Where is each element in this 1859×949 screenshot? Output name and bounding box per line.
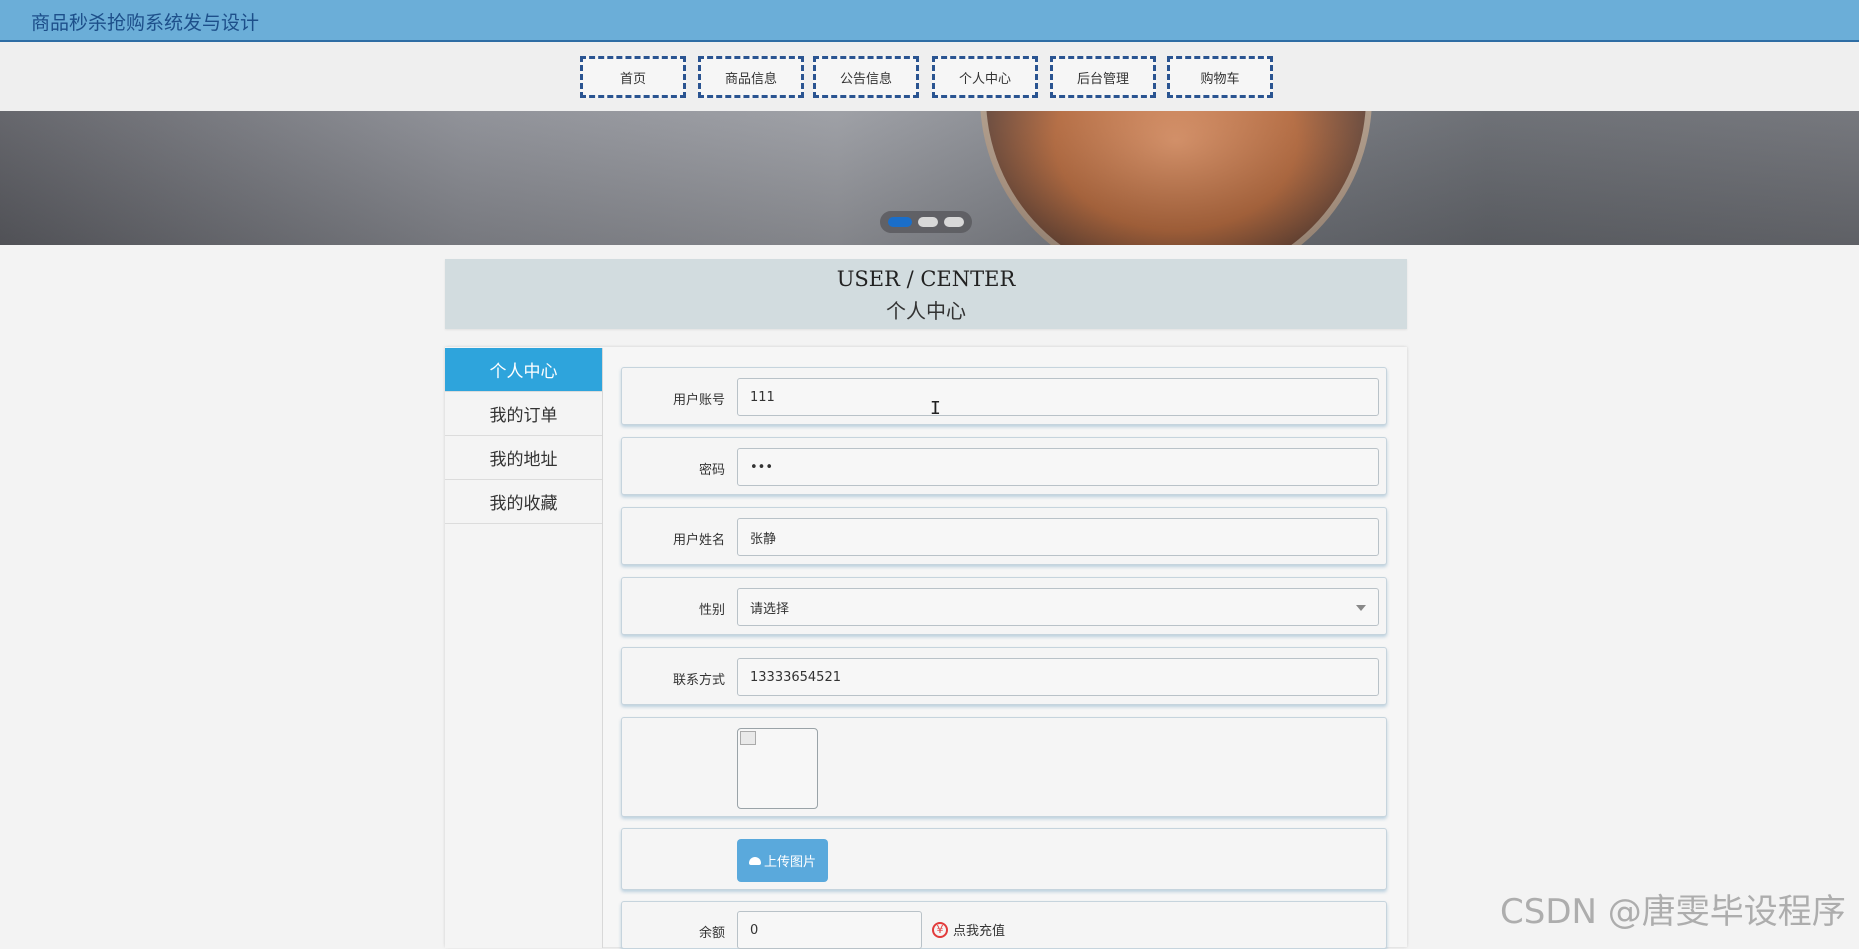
nav-item-announcements[interactable]: 公告信息 xyxy=(813,56,919,98)
form-row-phone: 联系方式 13333654521 xyxy=(621,647,1387,705)
yen-icon: ¥ xyxy=(932,921,948,938)
form-row-upload: 上传图片 xyxy=(621,828,1387,890)
password-label: 密码 xyxy=(698,463,725,478)
page-heading: USER / CENTER 个人中心 xyxy=(445,259,1407,329)
nav-item-cart[interactable]: 购物车 xyxy=(1167,56,1273,98)
balance-label: 余额 xyxy=(698,926,725,941)
top-header-bar: 商品秒杀抢购系统发与设计 xyxy=(0,0,1859,42)
name-input[interactable]: 张静 xyxy=(737,518,1379,556)
account-input[interactable]: 111 xyxy=(737,378,1379,416)
nav-item-user-center[interactable]: 个人中心 xyxy=(932,56,1038,98)
balance-input[interactable]: 0 xyxy=(737,911,922,949)
carousel-dot-3[interactable] xyxy=(944,217,964,227)
recharge-label: 点我充值 xyxy=(953,924,1006,939)
sidebar-item-addresses[interactable]: 我的地址 xyxy=(445,436,602,480)
page-title-en: USER / CENTER xyxy=(836,267,1016,291)
gender-label: 性别 xyxy=(698,603,725,618)
carousel-dot-1[interactable] xyxy=(888,217,912,227)
nav-item-home[interactable]: 首页 xyxy=(580,56,686,98)
form-row-gender: 性别 请选择 xyxy=(621,577,1387,635)
password-input[interactable]: ••• xyxy=(737,448,1379,486)
form-row-account: 用户账号 111 xyxy=(621,367,1387,425)
sidebar-item-user-center[interactable]: 个人中心 xyxy=(445,348,602,392)
carousel-indicators xyxy=(880,211,972,233)
sidebar-item-orders[interactable]: 我的订单 xyxy=(445,392,602,436)
phone-input[interactable]: 13333654521 xyxy=(737,658,1379,696)
form-row-name: 用户姓名 张静 xyxy=(621,507,1387,565)
carousel-dot-2[interactable] xyxy=(918,217,938,227)
form-row-avatar xyxy=(621,717,1387,817)
avatar-image xyxy=(737,728,818,809)
page-title-zh: 个人中心 xyxy=(886,299,966,323)
upload-button-label: 上传图片 xyxy=(763,855,816,870)
upload-image-button[interactable]: 上传图片 xyxy=(737,839,828,882)
main-nav: 首页 商品信息 公告信息 个人中心 后台管理 购物车 xyxy=(0,42,1859,111)
broken-image-icon xyxy=(740,731,756,745)
sidebar-item-favorites[interactable]: 我的收藏 xyxy=(445,480,602,524)
phone-label: 联系方式 xyxy=(672,673,725,688)
chevron-down-icon xyxy=(1356,605,1366,611)
form-row-password: 密码 ••• xyxy=(621,437,1387,495)
nav-item-products[interactable]: 商品信息 xyxy=(698,56,804,98)
name-label: 用户姓名 xyxy=(672,533,725,548)
form-row-balance: 余额 0 ¥ 点我充值 xyxy=(621,901,1387,949)
text-cursor-icon: I xyxy=(930,398,941,419)
gender-select-value: 请选择 xyxy=(750,601,790,617)
banner-carousel xyxy=(0,111,1859,245)
upload-cloud-icon xyxy=(748,856,761,865)
gender-select[interactable]: 请选择 xyxy=(737,588,1379,626)
sidebar: 个人中心 我的订单 我的地址 我的收藏 xyxy=(445,348,603,948)
recharge-link[interactable]: ¥ 点我充值 xyxy=(932,920,1005,939)
watermark: CSDN @唐雯毕设程序 xyxy=(1500,892,1846,932)
app-title: 商品秒杀抢购系统发与设计 xyxy=(31,12,260,34)
nav-item-admin[interactable]: 后台管理 xyxy=(1050,56,1156,98)
account-label: 用户账号 xyxy=(672,393,725,408)
